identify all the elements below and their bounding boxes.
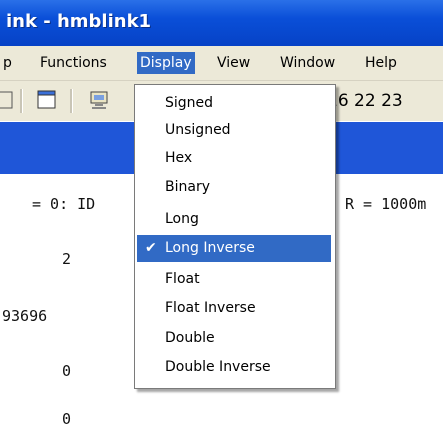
menu-view[interactable]: View <box>214 52 253 74</box>
menu-functions[interactable]: Functions <box>37 52 110 74</box>
menu-help[interactable]: Help <box>362 52 400 74</box>
menu-item-hex[interactable]: Hex <box>137 145 331 172</box>
menu-bar: p Functions Display View Window Help <box>0 46 443 81</box>
menu-display[interactable]: Display <box>137 52 195 74</box>
menu-item-float-inverse[interactable]: Float Inverse <box>137 295 331 322</box>
menu-item-unsigned[interactable]: Unsigned <box>137 117 331 144</box>
toolbar-separator <box>20 89 23 113</box>
menu-help-partial[interactable]: p <box>0 52 15 74</box>
title-bar: ink - hmblink1 <box>0 0 443 46</box>
toolbar-numbers: 16 22 23 <box>327 91 403 111</box>
menu-item-double[interactable]: Double <box>137 325 331 352</box>
toolbar-separator <box>70 89 73 113</box>
toolbar-icon-partial-icon <box>0 91 13 109</box>
value-row: 0 <box>62 362 72 380</box>
value-row: 0 <box>62 410 72 428</box>
toolbar-icon-partial[interactable] <box>0 89 16 111</box>
menu-item-long-inverse[interactable]: ✔ Long Inverse <box>137 235 331 262</box>
menu-item-double-inverse[interactable]: Double Inverse <box>137 354 331 381</box>
menu-item-binary[interactable]: Binary <box>137 174 331 201</box>
window-icon[interactable] <box>36 89 58 111</box>
menu-window[interactable]: Window <box>277 52 338 74</box>
value-row: 2 <box>62 250 72 268</box>
menu-item-long[interactable]: Long <box>137 206 331 233</box>
display-menu-dropdown: Signed Unsigned Hex Binary Long ✔ Long I… <box>134 84 336 389</box>
value-row: 93696 <box>2 307 48 325</box>
data-line-right: R = 1000m <box>345 195 427 213</box>
check-icon: ✔ <box>145 240 157 256</box>
window-title: ink - hmblink1 <box>6 11 152 32</box>
data-line-left: = 0: ID <box>32 195 96 213</box>
menu-item-float[interactable]: Float <box>137 266 331 293</box>
menu-item-signed[interactable]: Signed <box>137 90 331 117</box>
monitor-icon[interactable] <box>88 89 110 111</box>
